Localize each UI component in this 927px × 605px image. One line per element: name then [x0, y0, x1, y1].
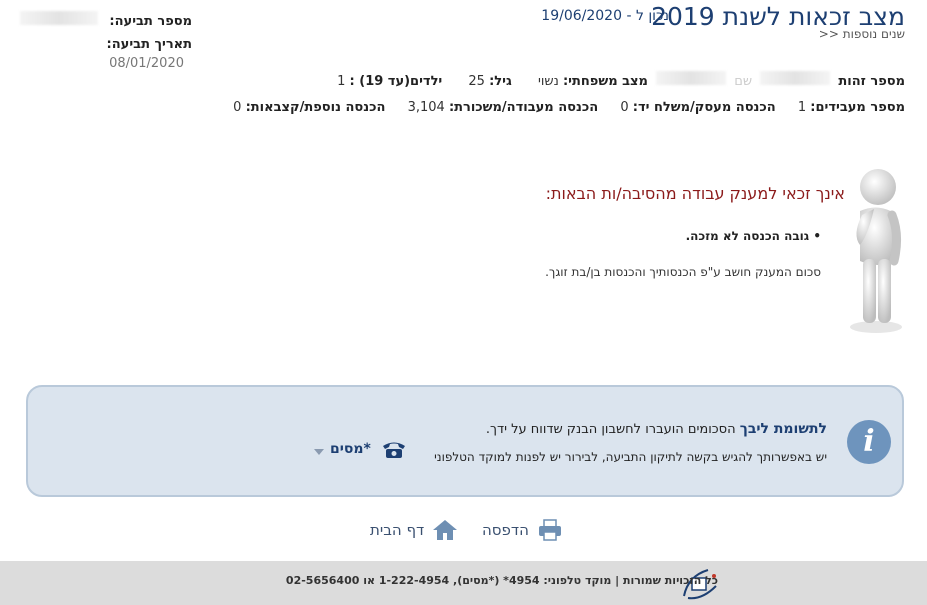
- as-of-date: נכון ל - 19/06/2020: [541, 8, 669, 24]
- marital-value: נשוי: [537, 74, 559, 89]
- employers-value: 1: [797, 100, 807, 115]
- tax-phone-link[interactable]: *מסים: [330, 441, 371, 457]
- claim-date-value: 08/01/2020: [109, 56, 184, 71]
- name-label: שם: [734, 74, 753, 89]
- id-label: מספר זהות: [838, 74, 905, 89]
- info-line-2: יש באפשרותך להגיש בקשה לתיקון התביעה, לב…: [434, 450, 827, 464]
- claim-number-row: מספר תביעה:: [20, 10, 192, 29]
- info-box: [26, 385, 904, 497]
- thinking-person-illustration: [850, 169, 902, 333]
- home-button[interactable]: דף הבית: [370, 518, 458, 542]
- business-income-label: הכנסה מעסק/משלח יד:: [632, 100, 776, 115]
- print-button[interactable]: הדפסה: [482, 518, 563, 542]
- children-value: 1: [337, 74, 346, 89]
- printer-icon: [538, 519, 561, 541]
- personal-row-1: מספר זהות שם מצב משפחתי: נשוי גיל: 25 יל…: [337, 71, 905, 89]
- age-label: גיל:: [489, 74, 512, 89]
- ineligibility-reason: • גובה הכנסה לא מזכה.: [685, 229, 821, 243]
- info-line-1-text: הסכומים הועברו לחשבון הבנק שדווח על ידך.: [485, 422, 736, 437]
- claim-number-value-redacted: [20, 11, 99, 25]
- name-value-redacted: [656, 71, 727, 85]
- age-value: 25: [468, 74, 485, 89]
- claim-date-row: תאריך תביעה: 08/01/2020: [20, 33, 192, 71]
- footer-text: כל הזכויות שמורות | מוקד טלפוני: 4954* (…: [285, 574, 718, 587]
- additional-income-value: 0: [233, 100, 242, 115]
- phone-icon[interactable]: [381, 441, 407, 459]
- business-income-value: 0: [620, 100, 629, 115]
- claim-date-label: תאריך תביעה:: [106, 37, 192, 52]
- calculation-note: סכום המענק חושב ע"פ הכנסותיך והכנסות בן/…: [545, 265, 821, 279]
- personal-row-2: מספר מעבידים: 1 הכנסה מעסק/משלח יד: 0 הכ…: [233, 100, 905, 115]
- home-label: דף הבית: [370, 521, 425, 539]
- id-value-redacted: [760, 71, 831, 85]
- home-icon: [433, 520, 458, 540]
- employers-label: מספר מעבידים:: [810, 100, 905, 115]
- print-label: הדפסה: [482, 521, 529, 539]
- claim-number-label: מספר תביעה:: [109, 14, 192, 29]
- additional-income-label: הכנסה נוספת/קצבאות:: [245, 100, 386, 115]
- attention-label: לתשומת ליבך: [739, 421, 827, 437]
- ineligibility-headline: אינך זכאי למענק עבודה מהסיבה/ות הבאות:: [545, 184, 845, 203]
- info-line-1: לתשומת ליבך הסכומים הועברו לחשבון הבנק ש…: [486, 421, 827, 437]
- marital-label: מצב משפחתי:: [562, 74, 648, 89]
- work-income-label: הכנסה מעבודה/משכורת:: [448, 100, 599, 115]
- children-label: ילדים(עד 19) :: [349, 74, 443, 89]
- more-years-link[interactable]: שנים נוספות <<: [819, 27, 905, 41]
- work-income-value: 3,104: [407, 100, 445, 115]
- info-icon: i: [847, 420, 891, 464]
- chevron-down-icon[interactable]: [314, 449, 324, 455]
